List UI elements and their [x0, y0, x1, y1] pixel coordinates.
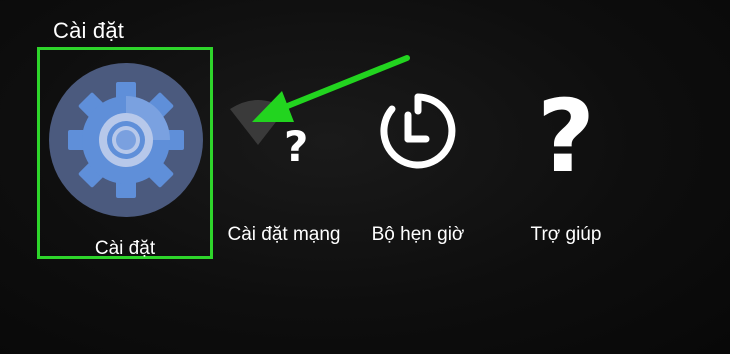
pointer-arrow-icon — [252, 55, 410, 122]
tv-settings-screen: Cài đặt Cài đặt ? Cài đặt mạng Bộ hẹn gi… — [0, 0, 730, 354]
